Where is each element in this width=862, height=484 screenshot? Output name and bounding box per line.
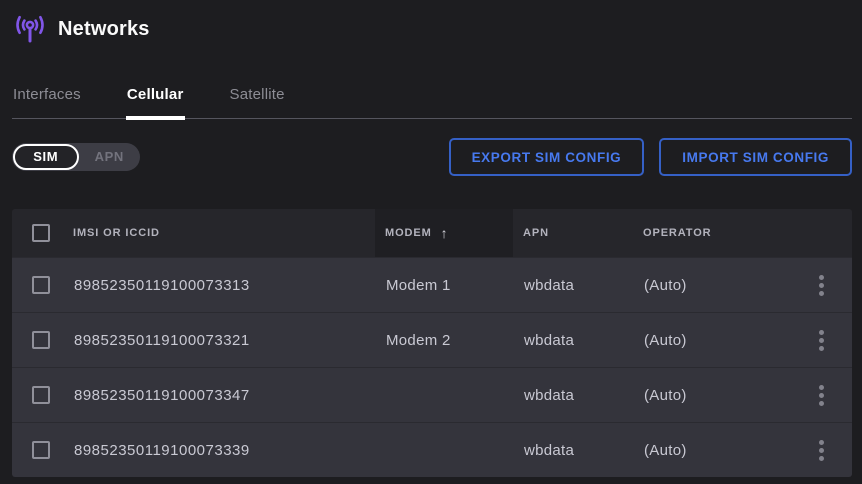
page-title: Networks <box>58 18 150 41</box>
apn-value: wbdata <box>513 442 633 459</box>
sim-config-actions: EXPORT SIM CONFIG IMPORT SIM CONFIG <box>449 138 852 176</box>
networks-page: Networks Interfaces Cellular Satellite S… <box>0 0 862 484</box>
select-row-checkbox[interactable] <box>32 386 50 404</box>
imsi-value: 89852350119100073321 <box>63 332 375 349</box>
select-row-checkbox[interactable] <box>32 441 50 459</box>
row-menu-kebab-icon[interactable] <box>811 269 832 302</box>
antenna-icon <box>13 14 47 45</box>
row-menu-kebab-icon[interactable] <box>811 379 832 412</box>
table-row: 89852350119100073313 Modem 1 wbdata (Aut… <box>12 257 852 312</box>
row-menu-kebab-icon[interactable] <box>811 324 832 357</box>
apn-value: wbdata <box>513 387 633 404</box>
tab-interfaces[interactable]: Interfaces <box>12 80 82 118</box>
apn-value: wbdata <box>513 277 633 294</box>
toggle-option-apn[interactable]: APN <box>79 145 141 169</box>
sort-ascending-icon: ↑ <box>441 225 449 241</box>
operator-value: (Auto) <box>633 277 790 294</box>
apn-value: wbdata <box>513 332 633 349</box>
toggle-option-sim[interactable]: SIM <box>13 144 79 170</box>
table-row: 89852350119100073339 wbdata (Auto) <box>12 422 852 477</box>
column-header-apn[interactable]: APN <box>513 209 633 257</box>
operator-value: (Auto) <box>633 387 790 404</box>
tab-cellular[interactable]: Cellular <box>126 80 185 118</box>
page-header: Networks <box>0 0 862 48</box>
select-row-checkbox[interactable] <box>32 276 50 294</box>
imsi-value: 89852350119100073313 <box>63 277 375 294</box>
imsi-value: 89852350119100073339 <box>63 442 375 459</box>
sim-table-header: IMSI OR ICCID MODEM ↑ APN OPERATOR <box>12 209 852 257</box>
cellular-toolbar: SIM APN EXPORT SIM CONFIG IMPORT SIM CON… <box>12 138 852 176</box>
select-row-checkbox[interactable] <box>32 331 50 349</box>
imsi-value: 89852350119100073347 <box>63 387 375 404</box>
export-sim-config-button[interactable]: EXPORT SIM CONFIG <box>449 138 645 176</box>
import-sim-config-button[interactable]: IMPORT SIM CONFIG <box>659 138 852 176</box>
sim-table: IMSI OR ICCID MODEM ↑ APN OPERATOR 89852… <box>12 209 852 477</box>
row-menu-kebab-icon[interactable] <box>811 434 832 467</box>
operator-value: (Auto) <box>633 332 790 349</box>
column-header-imsi[interactable]: IMSI OR ICCID <box>63 209 375 257</box>
network-tabs: Interfaces Cellular Satellite <box>12 80 852 119</box>
tab-satellite[interactable]: Satellite <box>229 80 286 118</box>
operator-value: (Auto) <box>633 442 790 459</box>
column-header-modem[interactable]: MODEM ↑ <box>375 209 513 257</box>
modem-value: Modem 1 <box>375 277 513 294</box>
header-checkbox-cell <box>12 209 63 257</box>
column-header-operator[interactable]: OPERATOR <box>633 209 790 257</box>
select-all-checkbox[interactable] <box>32 224 50 242</box>
table-row: 89852350119100073321 Modem 2 wbdata (Aut… <box>12 312 852 367</box>
sim-apn-toggle[interactable]: SIM APN <box>12 143 140 171</box>
table-row: 89852350119100073347 wbdata (Auto) <box>12 367 852 422</box>
modem-value: Modem 2 <box>375 332 513 349</box>
